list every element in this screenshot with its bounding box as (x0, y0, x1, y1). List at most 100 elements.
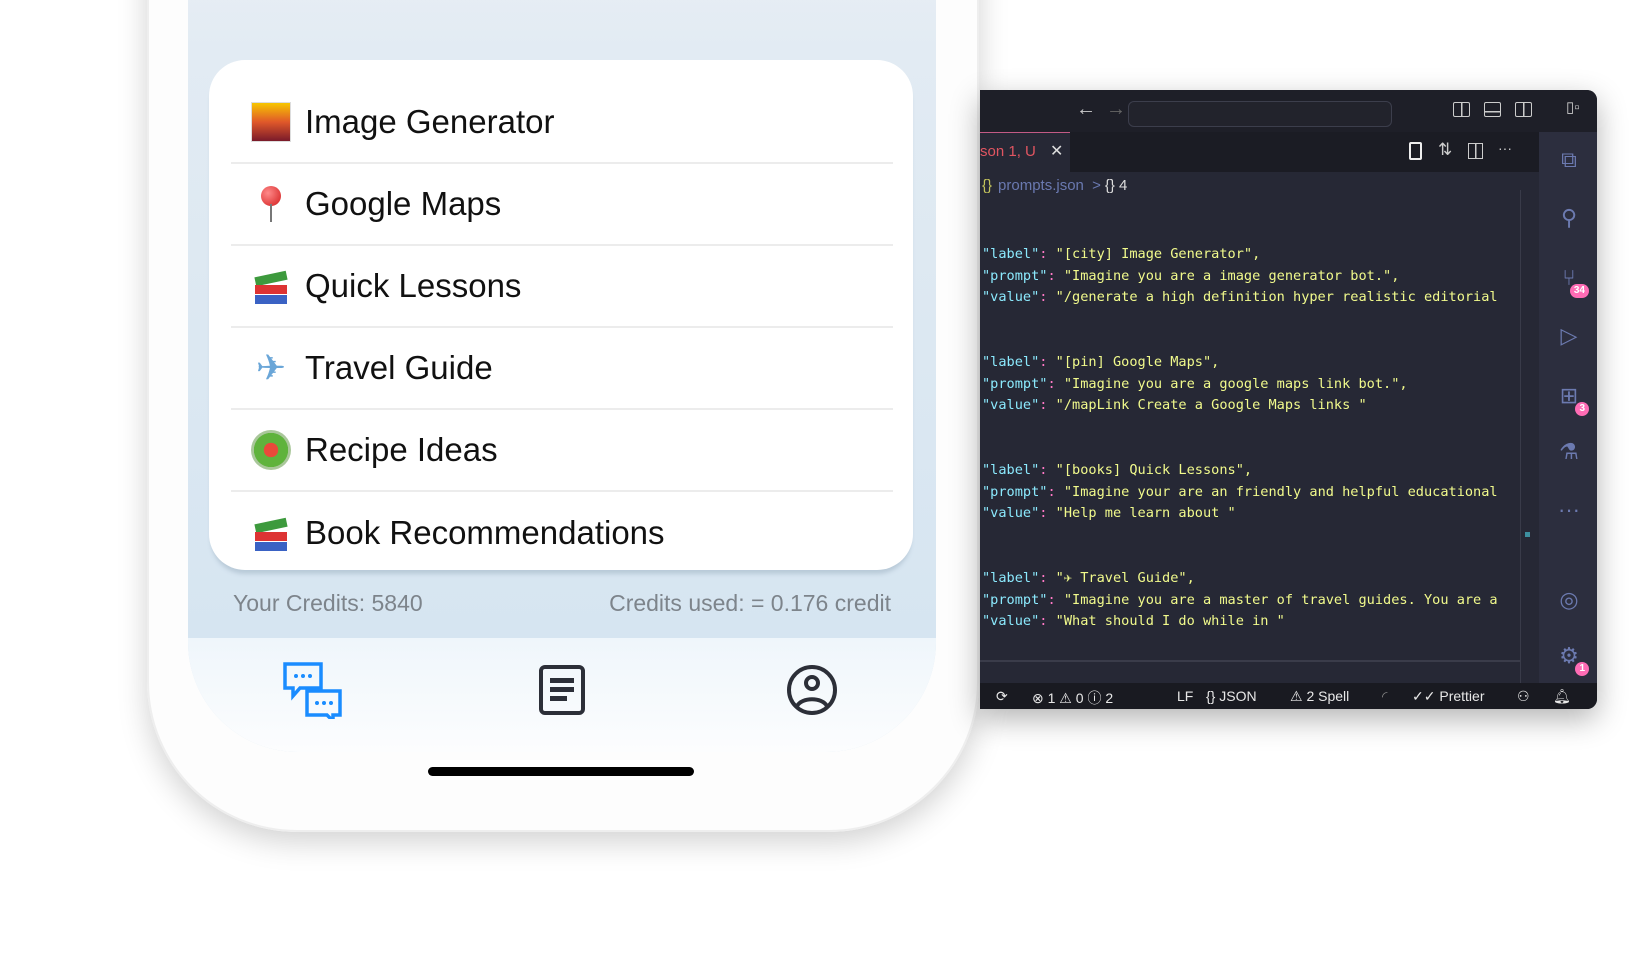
code-line: "prompt": "Imagine you are a image gener… (982, 266, 1520, 288)
toggle-secondary-sidebar-icon[interactable] (1515, 102, 1532, 117)
tab-profile[interactable] (777, 658, 847, 722)
menu-item-quick-lessons[interactable]: Quick Lessons (231, 246, 893, 328)
tab-chat[interactable] (278, 658, 348, 722)
colon: : (1047, 483, 1056, 500)
profile-icon (787, 665, 837, 715)
json-value: "Imagine your are an friendly and helpfu… (1055, 483, 1498, 500)
tab-prompts-json[interactable]: son 1, U ✕ (980, 132, 1070, 172)
code-line: "value": "/mapLink Create a Google Maps … (982, 395, 1520, 417)
airplane-emoji-icon: ✈ (255, 347, 287, 388)
prompt-menu: Image Generator Google Maps Quick Lesson… (209, 60, 913, 570)
menu-item-label: Travel Guide (305, 349, 493, 386)
explorer-icon[interactable]: ⧉ (1555, 146, 1583, 174)
live-share-icon[interactable]: ⚇ (1517, 688, 1530, 705)
problems-indicator[interactable]: ⊗ 1 ⚠ 0 ⓘ 2 (1032, 688, 1113, 708)
error-count: 1 (1047, 690, 1056, 706)
sync-icon[interactable]: ⟳ (996, 688, 1008, 705)
source-control-icon[interactable]: ⑂ 34 (1555, 264, 1589, 298)
more-actions-icon[interactable]: ··· (1498, 140, 1512, 156)
json-value: "/mapLink Create a Google Maps links " (1047, 397, 1367, 414)
accounts-icon[interactable]: ◎ (1555, 586, 1583, 614)
home-indicator (428, 767, 694, 776)
breadcrumb-file[interactable]: prompts.json (998, 177, 1084, 194)
back-arrow-icon[interactable]: ← (1076, 98, 1096, 121)
search-icon[interactable]: ⚲ (1555, 204, 1583, 232)
menu-item-travel-guide[interactable]: ✈ Travel Guide (231, 328, 893, 410)
scroll-marker (1525, 532, 1530, 537)
colon: : (1047, 591, 1056, 608)
breadcrumb-node[interactable]: {} 4 (1105, 177, 1128, 194)
split-editor-icon[interactable] (1468, 143, 1483, 159)
code-line: "value": "/generate a high definition hy… (982, 287, 1520, 309)
cityscape-emoji-icon (251, 102, 291, 142)
code-line: "value": "Help me learn about " (982, 503, 1520, 525)
phone-mockup: Image Generator Google Maps Quick Lesson… (147, 0, 979, 832)
json-value: "Imagine you are a google maps link bot.… (1055, 375, 1408, 392)
toggle-panel-icon[interactable] (1484, 102, 1501, 117)
json-value: "[books] Quick Lessons", (1047, 461, 1253, 478)
json-key: "prompt" (982, 267, 1048, 284)
json-key: "label" (982, 461, 1040, 478)
close-icon[interactable]: ✕ (1050, 133, 1063, 171)
settings-gear-icon[interactable]: ⚙ 1 (1555, 642, 1589, 676)
run-debug-icon[interactable]: ▷ (1555, 322, 1583, 350)
prettier-label: Prettier (1439, 688, 1485, 704)
language-mode[interactable]: {} JSON (1206, 688, 1257, 704)
tab-documents[interactable] (527, 658, 597, 722)
json-value: "What should I do while in " (1047, 613, 1285, 630)
status-bar: ⟳ ⊗ 1 ⚠ 0 ⓘ 2 LF {} JSON ⚠ 2 Spell ◜ ✓✓ … (980, 683, 1597, 709)
phone-screen: Image Generator Google Maps Quick Lesson… (188, 0, 936, 752)
title-bar: ← → ▯▫ (980, 90, 1597, 132)
json-value: "Imagine you are a image generator bot."… (1055, 267, 1400, 284)
more-icon[interactable]: ··· (1555, 496, 1583, 524)
customize-layout-icon[interactable]: ▯▫ (1566, 98, 1580, 116)
extensions-badge: 3 (1575, 402, 1589, 416)
spell-checker[interactable]: ⚠ 2 Spell (1290, 688, 1349, 705)
settings-badge: 1 (1575, 662, 1589, 676)
code-line: "label": "[books] Quick Lessons", (982, 460, 1520, 482)
compare-changes-icon[interactable]: ⇅ (1438, 140, 1452, 160)
prettier-status[interactable]: ✓✓ Prettier (1412, 688, 1484, 705)
editor-tabs: son 1, U ✕ ⇅ ··· (980, 132, 1539, 172)
extensions-icon[interactable]: ⊞ 3 (1555, 382, 1589, 416)
json-key: "value" (982, 289, 1040, 306)
forward-arrow-icon[interactable]: → (1106, 98, 1126, 121)
command-center-search[interactable] (1128, 101, 1392, 127)
editor-bottom-separator (980, 660, 1520, 662)
json-key: "label" (982, 353, 1040, 370)
minimap-scrollbar[interactable] (1520, 190, 1521, 683)
menu-item-label: Google Maps (305, 185, 502, 222)
json-value: "Help me learn about " (1047, 505, 1236, 522)
eol-indicator[interactable]: LF (1177, 688, 1193, 704)
json-value: "Imagine you are a master of travel guid… (1055, 591, 1498, 608)
toggle-sidebar-icon[interactable] (1453, 102, 1470, 117)
menu-item-book-recommendations[interactable]: Book Recommendations (231, 492, 893, 570)
code-line: "label": "✈ Travel Guide", (982, 568, 1520, 590)
colon: : (1047, 375, 1056, 392)
vscode-window: ← → ▯▫ son 1, U ✕ ⇅ ··· {} prompts.json >… (980, 90, 1597, 709)
menu-item-label: Book Recommendations (305, 514, 665, 551)
source-control-badge: 34 (1569, 284, 1589, 298)
round-pushpin-emoji-icon (251, 184, 291, 224)
json-file-icon: {} (982, 177, 993, 194)
json-key: "label" (982, 569, 1040, 586)
code-editor[interactable]: "label": "[city] Image Generator", "promp… (982, 244, 1520, 633)
menu-item-google-maps[interactable]: Google Maps (231, 164, 893, 246)
notifications-bell-icon[interactable]: 🔔︎ (1553, 688, 1571, 705)
code-line: "label": "[city] Image Generator", (982, 244, 1520, 266)
books-emoji-icon (251, 266, 291, 306)
books-emoji-icon (251, 513, 291, 553)
activity-bar: ⧉ ⚲ ⑂ 34 ▷ ⊞ 3 ⚗ ··· ◎ ⚙ 1 (1539, 132, 1597, 683)
open-preview-icon[interactable] (1409, 142, 1422, 160)
menu-item-image-generator[interactable]: Image Generator (231, 82, 893, 164)
menu-item-recipe-ideas[interactable]: Recipe Ideas (231, 410, 893, 492)
testing-flask-icon[interactable]: ⚗ (1555, 438, 1583, 466)
json-key: "value" (982, 505, 1040, 522)
menu-item-label: Quick Lessons (305, 267, 522, 304)
code-line: "prompt": "Imagine you are a google maps… (982, 374, 1520, 396)
